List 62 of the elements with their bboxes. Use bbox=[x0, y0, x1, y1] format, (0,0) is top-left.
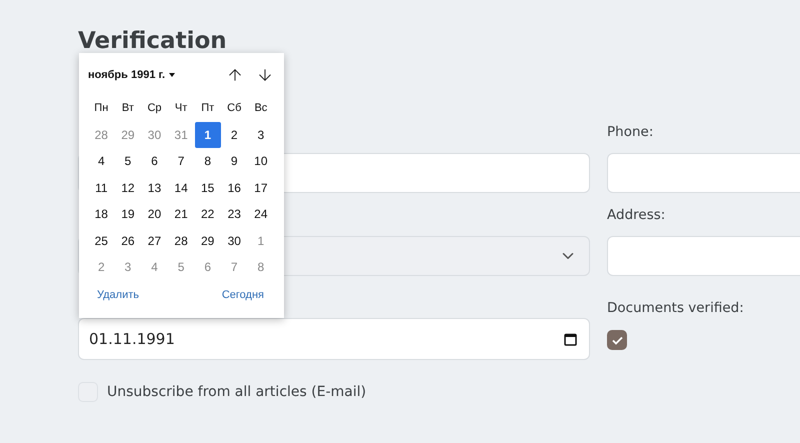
calendar-day[interactable]: 15 bbox=[194, 174, 221, 201]
calendar-day[interactable]: 28 bbox=[88, 122, 114, 148]
calendar-day[interactable]: 5 bbox=[168, 254, 194, 280]
calendar-day[interactable]: 7 bbox=[221, 254, 248, 280]
calendar-day[interactable]: 3 bbox=[114, 254, 141, 280]
calendar-day[interactable]: 21 bbox=[168, 201, 194, 228]
checkmark-icon bbox=[612, 336, 622, 344]
weekday-label: Пн bbox=[94, 102, 108, 114]
calendar-day[interactable]: 30 bbox=[221, 228, 248, 254]
calendar-day[interactable]: 16 bbox=[221, 174, 248, 201]
calendar-day[interactable]: 23 bbox=[221, 201, 248, 228]
calendar-icon bbox=[564, 332, 577, 346]
calendar-day[interactable]: 1 bbox=[194, 122, 221, 148]
calendar-day[interactable]: 14 bbox=[168, 174, 194, 201]
field-label: Documents verified: bbox=[607, 299, 745, 318]
calendar-day[interactable]: 17 bbox=[248, 174, 274, 201]
calendar-day[interactable]: 29 bbox=[114, 122, 141, 148]
calendar-day[interactable]: 7 bbox=[168, 148, 194, 174]
calendar-day[interactable]: 26 bbox=[114, 228, 141, 254]
date-field[interactable]: 01.11.1991 bbox=[78, 318, 590, 360]
weekday-label: Вт bbox=[122, 102, 134, 114]
checkbox-label: Unsubscribe from all articles (E-mail) bbox=[107, 384, 366, 400]
calendar-day[interactable]: 24 bbox=[248, 201, 274, 228]
month-dropdown[interactable]: ноябрь 1991 г. bbox=[88, 69, 176, 81]
calendar-day[interactable]: 8 bbox=[248, 254, 274, 280]
calendar-day[interactable]: 6 bbox=[194, 254, 221, 280]
calendar-day[interactable]: 9 bbox=[221, 148, 248, 174]
calendar-day[interactable]: 8 bbox=[194, 148, 221, 174]
weekday-label: Сб bbox=[227, 102, 242, 114]
calendar-day[interactable]: 1 bbox=[248, 228, 274, 254]
calendar-day[interactable]: 4 bbox=[88, 148, 114, 174]
calendar-day[interactable]: 11 bbox=[88, 174, 114, 201]
calendar-day[interactable]: 5 bbox=[114, 148, 141, 174]
calendar-day[interactable]: 4 bbox=[141, 254, 168, 280]
calendar-day[interactable]: 30 bbox=[141, 122, 168, 148]
calendar-day[interactable]: 10 bbox=[248, 148, 274, 174]
clear-button[interactable]: Удалить bbox=[97, 288, 139, 300]
weekday-label: Пт bbox=[201, 102, 214, 114]
calendar-day[interactable]: 19 bbox=[114, 201, 141, 228]
calendar-day[interactable]: 3 bbox=[248, 122, 274, 148]
calendar-day[interactable]: 27 bbox=[141, 228, 168, 254]
calendar-day[interactable]: 31 bbox=[168, 122, 194, 148]
field-label: Phone: bbox=[607, 123, 654, 142]
calendar-day[interactable]: 2 bbox=[88, 254, 114, 280]
calendar-day[interactable]: 6 bbox=[141, 148, 168, 174]
calendar-day[interactable]: 13 bbox=[141, 174, 168, 201]
calendar-day[interactable]: 28 bbox=[168, 228, 194, 254]
weekday-label: Вс bbox=[254, 102, 268, 114]
calendar-day[interactable]: 22 bbox=[194, 201, 221, 228]
calendar-day[interactable]: 25 bbox=[88, 228, 114, 254]
calendar-day[interactable]: 18 bbox=[88, 201, 114, 228]
page-heading: Verification bbox=[78, 27, 228, 56]
calendar-day[interactable]: 20 bbox=[141, 201, 168, 228]
calendar-day[interactable]: 29 bbox=[194, 228, 221, 254]
calendar-day[interactable]: 12 bbox=[114, 174, 141, 201]
calendar-day[interactable]: 2 bbox=[221, 122, 248, 148]
today-button[interactable]: Сегодня bbox=[222, 288, 264, 300]
checkbox[interactable] bbox=[607, 330, 627, 350]
weekday-label: Чт bbox=[174, 102, 188, 114]
dropdown-triangle-icon bbox=[169, 73, 176, 77]
field-label: Address: bbox=[607, 206, 666, 225]
weekday-label: Ср bbox=[147, 102, 162, 114]
